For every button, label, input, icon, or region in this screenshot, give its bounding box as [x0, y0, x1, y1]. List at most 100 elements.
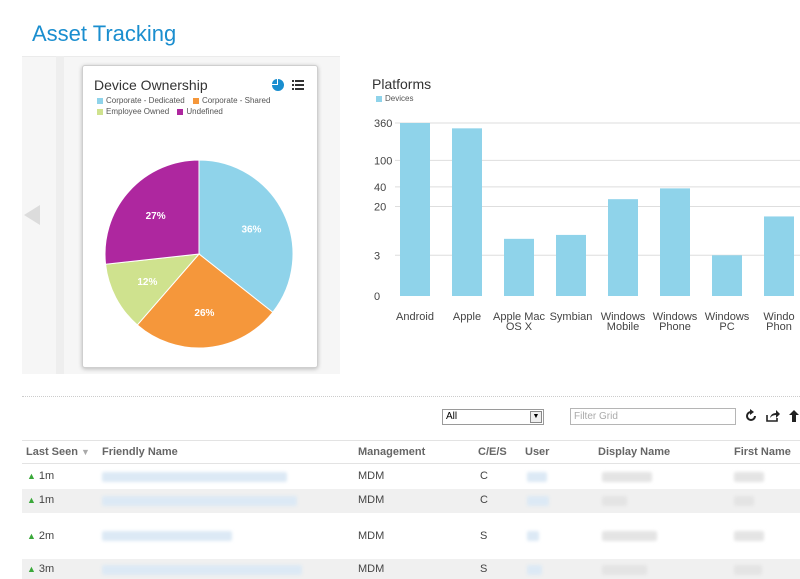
pie-chart-icon[interactable] [271, 78, 285, 92]
legend-item[interactable]: Corporate - Shared [192, 96, 271, 106]
card-title: Device Ownership [94, 77, 208, 93]
column-header-first-name[interactable]: First Name [734, 446, 791, 458]
last-seen-value: 1m [38, 470, 55, 482]
column-header-user[interactable]: User [525, 446, 549, 458]
column-header-management[interactable]: Management [358, 446, 425, 458]
section-divider [22, 396, 800, 397]
sort-desc-icon[interactable]: ▼ [81, 447, 90, 457]
table-row[interactable]: ▲ 1m MDM C [22, 465, 800, 489]
redacted-friendly-name [102, 531, 232, 541]
column-header-ces[interactable]: C/E/S [478, 446, 507, 458]
column-label: Last Seen [26, 446, 78, 458]
redacted-user [527, 565, 542, 575]
table-row[interactable]: ▲ 3m MDM S [22, 559, 800, 579]
last-seen-cell: ▲ 1m [27, 470, 54, 482]
pie-slice-label: 27% [146, 211, 166, 222]
device-ownership-card: Device Ownership Corporate - Dedicated C… [82, 65, 318, 368]
last-seen-value: 2m [38, 530, 55, 542]
x-tick-label: Phon [766, 321, 792, 333]
chevron-down-icon[interactable]: ▼ [530, 411, 542, 423]
bar[interactable] [556, 234, 586, 296]
table-row[interactable]: ▲ 1m MDM C [22, 489, 800, 513]
y-tick-label: 100 [374, 155, 392, 167]
x-tick-label: Mobile [607, 321, 639, 333]
x-tick-label: PC [719, 321, 734, 333]
refresh-icon[interactable] [744, 409, 758, 423]
pie-slice-label: 12% [137, 277, 157, 288]
management-cell: MDM [358, 470, 385, 482]
filter-grid-input[interactable]: Filter Grid [570, 408, 736, 425]
grid-filter-select[interactable]: All ▼ [442, 409, 544, 425]
redacted-display-name [602, 472, 652, 482]
x-tick-label: Symbian [550, 311, 593, 323]
ownership-pie-chart: 36% 26% 12% 27% [104, 159, 294, 349]
redacted-first-name [734, 531, 764, 541]
legend-label: Corporate - Shared [201, 96, 271, 105]
y-tick-label: 20 [374, 202, 386, 214]
y-tick-label: 3 [374, 250, 380, 262]
legend-item[interactable]: Corporate - Dedicated [97, 96, 185, 106]
ces-cell: C [480, 494, 488, 506]
redacted-display-name [602, 531, 657, 541]
pie-slice-label: 26% [194, 308, 214, 319]
legend-item[interactable]: Employee Owned [97, 107, 169, 117]
arrow-up-icon: ▲ [27, 495, 36, 505]
x-tick-label: Phone [659, 321, 691, 333]
bar[interactable] [400, 123, 430, 296]
management-cell: MDM [358, 494, 385, 506]
carousel-prev-icon[interactable] [24, 205, 40, 225]
platforms-bar-chart: 360100402030Android Apple Apple MacOS XSym… [374, 118, 800, 333]
last-seen-cell: ▲ 2m [27, 530, 54, 542]
last-seen-cell: ▲ 3m [27, 563, 54, 575]
redacted-first-name [734, 496, 754, 506]
legend-label: Employee Owned [106, 107, 170, 116]
legend-swatch [177, 109, 184, 115]
redacted-user [527, 496, 549, 506]
bar[interactable] [504, 238, 534, 296]
redacted-first-name [734, 472, 764, 482]
redacted-first-name [734, 565, 762, 575]
x-tick-label: Android [396, 311, 434, 323]
management-cell: MDM [358, 530, 385, 542]
bar[interactable] [608, 199, 638, 296]
upload-icon[interactable] [788, 409, 800, 423]
legend-label: Corporate - Dedicated [106, 96, 185, 105]
column-header-last-seen[interactable]: Last Seen ▼ [26, 446, 90, 458]
x-tick-label: OS X [506, 321, 533, 333]
last-seen-cell: ▲ 1m [27, 494, 54, 506]
redacted-user [527, 531, 539, 541]
table-row[interactable]: ▲ 2m MDM S [22, 513, 800, 559]
list-icon[interactable] [291, 78, 305, 92]
column-header-display-name[interactable]: Display Name [598, 446, 670, 458]
column-header-friendly-name[interactable]: Friendly Name [102, 446, 178, 458]
legend-item[interactable]: Undefined [177, 107, 223, 117]
bar[interactable] [712, 255, 742, 296]
redacted-user [527, 472, 547, 482]
bar[interactable] [660, 188, 690, 296]
platforms-card: Platforms Devices 360 100 40 20 3 0 Android App… [340, 56, 800, 374]
legend-swatch [97, 98, 103, 104]
ces-cell: C [480, 470, 488, 482]
pie-slice-label: 36% [241, 225, 261, 236]
y-tick-label: 0 [374, 291, 380, 303]
redacted-display-name [602, 565, 647, 575]
redacted-friendly-name [102, 565, 302, 575]
bar[interactable] [452, 128, 482, 296]
page-title: Asset Tracking [32, 21, 177, 46]
x-tick-label: Apple [453, 311, 481, 323]
redacted-friendly-name [102, 472, 287, 482]
redacted-display-name [602, 496, 627, 506]
redacted-friendly-name [102, 496, 297, 506]
legend-swatch [192, 98, 199, 104]
select-value: All [446, 411, 458, 422]
legend-swatch [97, 109, 103, 115]
ownership-legend: Corporate - Dedicated Corporate - Shared… [97, 96, 312, 118]
y-tick-label: 40 [374, 182, 386, 194]
carousel-edge [56, 56, 64, 374]
management-cell: MDM [358, 563, 385, 575]
arrow-up-icon: ▲ [27, 531, 36, 541]
arrow-up-icon: ▲ [27, 471, 36, 481]
export-icon[interactable] [766, 409, 780, 423]
last-seen-value: 1m [38, 494, 55, 506]
bar[interactable] [764, 216, 794, 296]
